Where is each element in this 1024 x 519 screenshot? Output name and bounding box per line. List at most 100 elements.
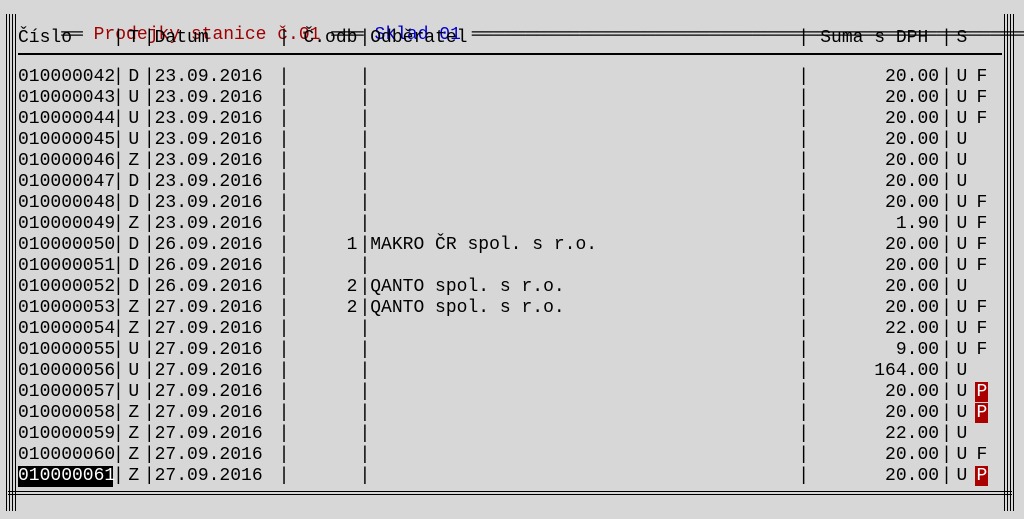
column-separator: | (359, 88, 370, 109)
cell-datum: 23.09.2016 (155, 172, 279, 193)
column-separator: | (798, 382, 809, 403)
column-separator: | (144, 88, 155, 109)
table-row[interactable]: 010000061|Z|27.09.2016|||20.00|UP (6, 466, 1014, 487)
table-row[interactable]: 010000051|D|26.09.2016|||20.00|UF (6, 256, 1014, 277)
table-row[interactable]: 010000047|D|23.09.2016|||20.00|U (6, 172, 1014, 193)
column-separator: | (144, 214, 155, 235)
cell-datum: 23.09.2016 (155, 67, 279, 88)
cell-odberatel (370, 424, 798, 445)
column-separator: | (941, 235, 952, 256)
cell-t: Z (124, 466, 144, 487)
cell-cislo: 010000052 (18, 277, 113, 298)
cell-codb (289, 361, 359, 382)
cell-codb (289, 130, 359, 151)
column-separator: | (113, 172, 124, 193)
column-separator: | (144, 424, 155, 445)
cell-suma: 9.00 (809, 340, 941, 361)
table-header: Číslo| T| Datum| Č.odb| Odběratel| Suma … (6, 28, 1014, 49)
table-row[interactable]: 010000059|Z|27.09.2016|||22.00|U (6, 424, 1014, 445)
cell-status1: U (952, 277, 972, 298)
cell-datum: 27.09.2016 (155, 361, 279, 382)
cell-status2: P (972, 382, 992, 403)
cell-status2 (972, 361, 992, 382)
cell-status2: P (972, 466, 992, 487)
cell-status2: F (972, 67, 992, 88)
cell-t: Z (124, 445, 144, 466)
cell-cislo: 010000056 (18, 361, 113, 382)
column-separator: | (144, 193, 155, 214)
cell-status2: F (972, 193, 992, 214)
cell-cislo: 010000051 (18, 256, 113, 277)
table-row[interactable]: 010000056|U|27.09.2016|||164.00|U (6, 361, 1014, 382)
column-separator: | (113, 256, 124, 277)
cell-suma: 22.00 (809, 424, 941, 445)
cell-t: D (124, 235, 144, 256)
cell-t: U (124, 361, 144, 382)
column-separator: | (359, 298, 370, 319)
column-separator: | (798, 235, 809, 256)
column-separator: | (144, 361, 155, 382)
cell-t: D (124, 277, 144, 298)
table-row[interactable]: 010000044|U|23.09.2016|||20.00|UF (6, 109, 1014, 130)
table-row[interactable]: 010000042|D|23.09.2016|||20.00|UF (6, 67, 1014, 88)
table-row[interactable]: 010000048|D|23.09.2016|||20.00|UF (6, 193, 1014, 214)
table-row[interactable]: 010000054|Z|27.09.2016|||22.00|UF (6, 319, 1014, 340)
table-row[interactable]: 010000052|D|26.09.2016|2|QANTO spol. s r… (6, 277, 1014, 298)
table-row[interactable]: 010000060|Z|27.09.2016|||20.00|UF (6, 445, 1014, 466)
cell-codb: 1 (289, 235, 359, 256)
cell-odberatel (370, 319, 798, 340)
column-separator: | (359, 466, 370, 487)
cell-codb (289, 193, 359, 214)
table-body[interactable]: 010000042|D|23.09.2016|||20.00|UF 0100000… (6, 67, 1014, 487)
cell-t: U (124, 130, 144, 151)
cell-status1: U (952, 130, 972, 151)
cell-status2 (972, 151, 992, 172)
column-separator: | (941, 172, 952, 193)
column-separator: | (144, 340, 155, 361)
table-row[interactable]: 010000058|Z|27.09.2016|||20.00|UP (6, 403, 1014, 424)
cell-status1: U (952, 424, 972, 445)
column-separator: | (279, 424, 290, 445)
table-row[interactable]: 010000043|U|23.09.2016|||20.00|UF (6, 88, 1014, 109)
table-row[interactable]: 010000049|Z|23.09.2016|||1.90|UF (6, 214, 1014, 235)
cell-status1: U (952, 151, 972, 172)
table-row[interactable]: 010000053|Z|27.09.2016|2|QANTO spol. s r… (6, 298, 1014, 319)
cell-datum: 23.09.2016 (155, 109, 279, 130)
cell-suma: 20.00 (809, 277, 941, 298)
cell-datum: 23.09.2016 (155, 193, 279, 214)
column-separator: | (113, 88, 124, 109)
cell-odberatel (370, 445, 798, 466)
column-separator: | (941, 361, 952, 382)
cell-status1: U (952, 256, 972, 277)
column-separator: | (941, 28, 952, 49)
cell-t: D (124, 67, 144, 88)
column-separator: | (359, 256, 370, 277)
column-separator: | (359, 445, 370, 466)
table-row[interactable]: 010000050|D|26.09.2016|1|MAKRO ČR spol. … (6, 235, 1014, 256)
cell-cislo: 010000045 (18, 130, 113, 151)
column-separator: | (113, 130, 124, 151)
table-row[interactable]: 010000057|U|27.09.2016|||20.00|UP (6, 382, 1014, 403)
cell-datum: 23.09.2016 (155, 88, 279, 109)
column-separator: | (798, 424, 809, 445)
cell-datum: 27.09.2016 (155, 445, 279, 466)
column-separator: | (798, 277, 809, 298)
cell-cislo: 010000044 (18, 109, 113, 130)
column-separator: | (113, 319, 124, 340)
table-row[interactable]: 010000055|U|27.09.2016|||9.00|UF (6, 340, 1014, 361)
cell-t: U (124, 88, 144, 109)
cell-t: U (124, 340, 144, 361)
column-separator: | (941, 277, 952, 298)
column-separator: | (941, 130, 952, 151)
column-separator: | (144, 382, 155, 403)
cell-odberatel (370, 151, 798, 172)
col-header-cislo: Číslo (18, 28, 113, 49)
cell-t: D (124, 172, 144, 193)
table-row[interactable]: 010000046|Z|23.09.2016|||20.00|U (6, 151, 1014, 172)
cell-t: Z (124, 298, 144, 319)
table-row[interactable]: 010000045|U|23.09.2016|||20.00|U (6, 130, 1014, 151)
column-separator: | (941, 151, 952, 172)
cell-t: Z (124, 424, 144, 445)
cell-status2 (972, 130, 992, 151)
cell-cislo: 010000061 (18, 466, 113, 487)
